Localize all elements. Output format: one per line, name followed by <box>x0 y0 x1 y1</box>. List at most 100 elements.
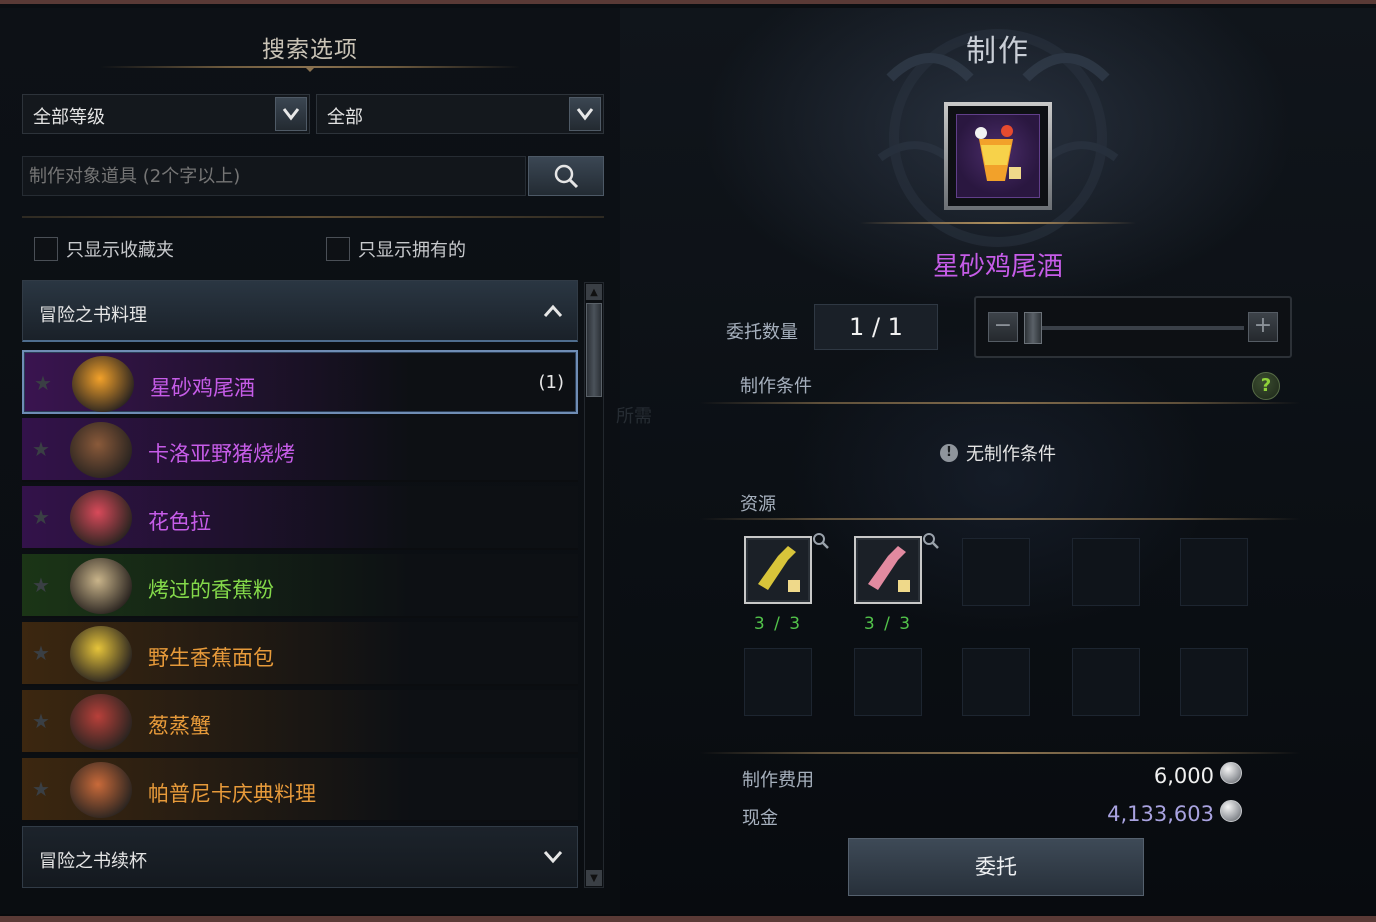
list-item-name: 野生香蕉面包 <box>148 646 274 670</box>
owned-checkbox[interactable] <box>326 237 350 261</box>
decrease-button[interactable]: − <box>988 312 1018 342</box>
craft-panel: 制作 星砂鸡尾酒 委托数量 1 / 1 − + 制作条件 ? ! 无制作条件 所… <box>616 8 1376 914</box>
resource-slot-empty <box>1072 538 1140 606</box>
cocktail-icon <box>956 114 1040 198</box>
divider <box>22 216 604 218</box>
category-label: 冒险之书续杯 <box>39 851 147 872</box>
favorite-star-icon[interactable]: ★ <box>32 710 54 732</box>
favorite-star-icon[interactable]: ★ <box>32 778 54 800</box>
type-dropdown-value: 全部 <box>327 107 363 128</box>
craft-title: 制作 <box>966 34 1030 69</box>
slider-track[interactable] <box>1034 326 1244 330</box>
magnifier-icon[interactable] <box>812 532 830 550</box>
resource-slot-empty <box>1180 648 1248 716</box>
magnifier-icon[interactable] <box>922 532 940 550</box>
resource-slot-empty <box>962 648 1030 716</box>
search-icon <box>554 164 579 189</box>
favorite-star-icon[interactable]: ★ <box>32 438 54 460</box>
resource-slot-1[interactable] <box>744 536 812 604</box>
faint-label: 所需 <box>616 406 652 427</box>
list-item[interactable]: ★ 烤过的香蕉粉 <box>22 554 578 618</box>
chevron-up-icon <box>543 304 563 317</box>
cost-value: 6,000 <box>1153 764 1214 788</box>
resource-slot-empty <box>744 648 812 716</box>
no-conditions-text: 无制作条件 <box>966 444 1056 465</box>
result-item-slot[interactable] <box>944 102 1052 210</box>
crafting-window: 搜索选项 全部等级 全部 只显示收藏夹 只显示拥有的 冒 <box>0 0 1376 922</box>
favorite-star-icon[interactable]: ★ <box>32 574 54 596</box>
favorite-star-icon[interactable]: ★ <box>32 642 54 664</box>
divider <box>700 518 1300 520</box>
search-panel: 搜索选项 全部等级 全部 只显示收藏夹 只显示拥有的 冒 <box>0 8 620 914</box>
pink-bottle-icon <box>858 540 918 600</box>
dish-icon <box>70 558 132 614</box>
slider-thumb[interactable] <box>1024 312 1042 344</box>
owned-label: 只显示拥有的 <box>358 240 466 261</box>
owned-count: (1) <box>538 372 565 393</box>
list-item[interactable]: ★ 帕普尼卡庆典料理 <box>22 758 578 822</box>
cost-label: 制作费用 <box>742 770 814 791</box>
dish-icon <box>70 490 132 546</box>
search-input[interactable] <box>22 156 526 196</box>
resources-label: 资源 <box>740 494 776 515</box>
title-divider <box>860 222 1136 224</box>
category-cooking[interactable]: 冒险之书料理 <box>22 280 578 342</box>
favorites-label: 只显示收藏夹 <box>66 240 174 261</box>
quantity-slider[interactable]: − + <box>974 296 1292 358</box>
dish-icon <box>70 762 132 818</box>
resource-count-1: 3 / 3 <box>753 614 803 634</box>
resource-slot-empty <box>1072 648 1140 716</box>
divider <box>700 752 1300 754</box>
dish-icon <box>70 626 132 682</box>
conditions-label: 制作条件 <box>740 376 812 397</box>
dish-icon <box>70 422 132 478</box>
chevron-down-icon <box>543 851 563 864</box>
chevron-down-icon[interactable] <box>569 97 601 131</box>
list-item-name: 帕普尼卡庆典料理 <box>148 782 316 806</box>
favorites-checkbox[interactable] <box>34 237 58 261</box>
quantity-display: 1 / 1 <box>814 304 938 350</box>
commission-button[interactable]: 委托 <box>848 838 1144 896</box>
cash-value: 4,133,603 <box>1107 802 1214 826</box>
resource-slot-empty <box>1180 538 1248 606</box>
increase-button[interactable]: + <box>1248 312 1278 342</box>
grade-dropdown-value: 全部等级 <box>33 107 105 128</box>
scroll-up-arrow[interactable]: ▲ <box>586 284 602 300</box>
scroll-down-arrow[interactable]: ▼ <box>586 870 602 886</box>
list-item-name: 花色拉 <box>148 510 211 534</box>
list-item-name: 卡洛亚野猪烧烤 <box>148 442 295 466</box>
list-item[interactable]: ★ 葱蒸蟹 <box>22 690 578 754</box>
chevron-down-icon[interactable] <box>275 97 307 131</box>
resource-slot-2[interactable] <box>854 536 922 604</box>
resource-slot-empty <box>854 648 922 716</box>
list-item[interactable]: ★ 花色拉 <box>22 486 578 550</box>
yellow-bottle-icon <box>748 540 808 600</box>
favorite-star-icon[interactable]: ★ <box>32 506 54 528</box>
favorites-filter[interactable]: 只显示收藏夹 <box>34 236 174 262</box>
favorite-star-icon[interactable]: ★ <box>34 372 56 394</box>
type-dropdown[interactable]: 全部 <box>316 94 604 134</box>
no-conditions: ! 无制作条件 <box>940 440 1056 466</box>
dish-icon <box>70 694 132 750</box>
scroll-thumb[interactable] <box>586 303 602 397</box>
list-item[interactable]: ★ 卡洛亚野猪烧烤 <box>22 418 578 482</box>
dish-icon <box>72 356 134 412</box>
list-item-name: 烤过的香蕉粉 <box>148 578 274 602</box>
silver-coin-icon <box>1220 762 1242 784</box>
list-item[interactable]: ★ 野生香蕉面包 <box>22 622 578 686</box>
silver-coin-icon <box>1220 800 1242 822</box>
list-item[interactable]: ★ 星砂鸡尾酒 (1) <box>22 350 578 414</box>
grade-dropdown[interactable]: 全部等级 <box>22 94 310 134</box>
help-icon[interactable]: ? <box>1252 372 1280 400</box>
title-divider <box>100 66 520 72</box>
search-button[interactable] <box>528 156 604 196</box>
search-options-title: 搜索选项 <box>262 37 358 63</box>
resource-count-2: 3 / 3 <box>863 614 913 634</box>
category-label: 冒险之书料理 <box>39 305 147 326</box>
resource-slot-empty <box>962 538 1030 606</box>
list-scrollbar[interactable]: ▲ ▼ <box>584 282 604 888</box>
category-refill[interactable]: 冒险之书续杯 <box>22 826 578 888</box>
item-name: 星砂鸡尾酒 <box>932 252 1063 282</box>
quantity-label: 委托数量 <box>726 322 798 343</box>
owned-filter[interactable]: 只显示拥有的 <box>326 236 466 262</box>
